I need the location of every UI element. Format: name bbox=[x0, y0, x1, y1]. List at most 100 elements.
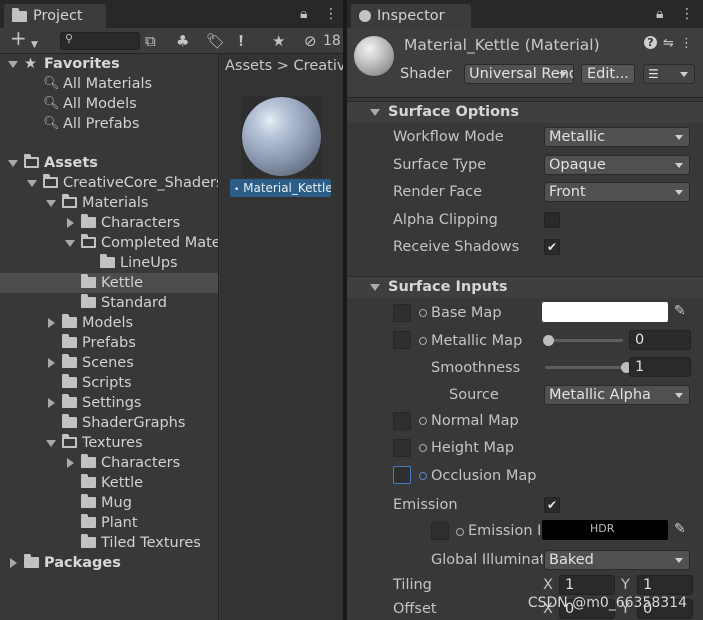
base-map-texture-slot[interactable] bbox=[393, 304, 411, 322]
smoothness-slider[interactable] bbox=[545, 366, 623, 369]
tree-item[interactable]: Scripts bbox=[0, 373, 218, 393]
tree-item[interactable]: Settings bbox=[0, 393, 218, 413]
shader-options-dropdown[interactable]: ☰ bbox=[643, 64, 695, 84]
smoothness-value-field[interactable]: 1 bbox=[629, 357, 691, 377]
object-picker-icon[interactable] bbox=[456, 528, 464, 536]
foldout-expanded-icon[interactable] bbox=[46, 440, 56, 447]
tab-inspector[interactable]: Inspector bbox=[351, 4, 471, 28]
filter-by-label-icon[interactable]: 🏷︎ bbox=[206, 32, 225, 50]
edit-shader-button[interactable]: Edit... bbox=[581, 64, 635, 84]
emission-map-texture-slot[interactable] bbox=[431, 522, 449, 540]
tree-item[interactable]: Assets bbox=[0, 153, 218, 173]
tree-item[interactable]: Mug bbox=[0, 493, 218, 513]
kebab-menu-icon[interactable]: ⋮ bbox=[680, 36, 693, 51]
foldout-collapsed-icon[interactable] bbox=[10, 558, 17, 568]
workflow-mode-dropdown[interactable]: Metallic bbox=[544, 127, 690, 147]
breadcrumb[interactable]: Assets > CreativeCore_Shaders > Material… bbox=[220, 54, 343, 78]
folder-icon bbox=[100, 253, 120, 273]
tree-item[interactable]: CreativeCore_Shaders bbox=[0, 173, 218, 193]
tree-item[interactable]: 🔍︎ All Prefabs bbox=[0, 114, 218, 134]
shader-dropdown[interactable]: Universal Render Pipeline/Lit bbox=[464, 64, 574, 84]
normal-map-texture-slot[interactable] bbox=[393, 412, 411, 430]
eyedropper-icon[interactable]: ✎ bbox=[674, 303, 686, 319]
render-face-dropdown[interactable]: Front bbox=[544, 182, 690, 202]
tree-item[interactable]: Kettle bbox=[0, 473, 218, 493]
asset-thumbnail[interactable] bbox=[241, 96, 322, 177]
foldout-collapsed-icon[interactable] bbox=[48, 398, 55, 408]
asset-label[interactable]: • Material_Kettle bbox=[230, 179, 331, 197]
object-picker-icon[interactable] bbox=[419, 472, 427, 480]
tree-item[interactable]: Completed Materials bbox=[0, 233, 218, 253]
inspector-tabbar: Inspector 🔒︎ ⋮ bbox=[347, 0, 703, 28]
kebab-menu-icon[interactable]: ⋮ bbox=[680, 6, 694, 22]
tree-item[interactable]: ShaderGraphs bbox=[0, 413, 218, 433]
tiling-x-field[interactable]: 1 bbox=[559, 575, 615, 595]
base-color-field[interactable] bbox=[542, 302, 668, 322]
tree-item[interactable]: Standard bbox=[0, 293, 218, 313]
eyedropper-icon[interactable]: ✎ bbox=[674, 521, 686, 537]
tiling-y-field[interactable]: 1 bbox=[637, 575, 693, 595]
object-picker-icon[interactable] bbox=[419, 444, 427, 452]
star-icon[interactable]: ★ bbox=[272, 32, 285, 50]
object-picker-icon[interactable] bbox=[419, 337, 427, 345]
alpha-clipping-checkbox[interactable] bbox=[544, 212, 560, 228]
emission-color-field[interactable]: HDR bbox=[542, 520, 668, 540]
receive-shadows-checkbox[interactable]: ✔ bbox=[544, 239, 560, 255]
occlusion-map-texture-slot[interactable] bbox=[393, 466, 411, 484]
metallic-slider-handle[interactable] bbox=[543, 335, 554, 346]
tree-item[interactable]: Textures bbox=[0, 433, 218, 453]
foldout-collapsed-icon[interactable] bbox=[48, 358, 55, 368]
lock-icon[interactable]: 🔒︎ bbox=[300, 6, 307, 22]
tree-item[interactable]: 🔍︎ All Models bbox=[0, 94, 218, 114]
search-input[interactable]: ⚲ bbox=[60, 32, 140, 50]
tree-item[interactable]: Scenes bbox=[0, 353, 218, 373]
inspector-header: Material_Kettle (Material) ? ⇋ ⋮ Shader … bbox=[347, 28, 703, 98]
foldout-expanded-icon[interactable] bbox=[46, 200, 56, 207]
kebab-menu-icon[interactable]: ⋮ bbox=[324, 6, 338, 22]
tree-item[interactable]: Prefabs bbox=[0, 333, 218, 353]
tree-item[interactable]: 🔍︎ All Materials bbox=[0, 74, 218, 94]
tree-item[interactable]: Kettle bbox=[0, 273, 218, 293]
foldout-collapsed-icon[interactable] bbox=[67, 218, 74, 228]
presets-icon[interactable]: ⇋ bbox=[663, 36, 674, 51]
global-illumination-dropdown[interactable]: Baked bbox=[544, 550, 690, 570]
tree-item[interactable]: Materials bbox=[0, 193, 218, 213]
foldout-expanded-icon[interactable] bbox=[27, 180, 37, 187]
lock-icon[interactable]: 🔒︎ bbox=[656, 6, 663, 22]
tab-inspector-label: Inspector bbox=[377, 8, 445, 24]
metallic-value-field[interactable]: 0 bbox=[629, 330, 691, 350]
search-by-type-icon[interactable]: ⧉ bbox=[145, 32, 156, 50]
metallic-map-texture-slot[interactable] bbox=[393, 331, 411, 349]
foldout-expanded-icon[interactable] bbox=[8, 61, 18, 68]
foldout-expanded-icon[interactable] bbox=[65, 240, 75, 247]
foldout-expanded-icon[interactable] bbox=[8, 160, 18, 167]
tree-item[interactable]: Plant bbox=[0, 513, 218, 533]
tree-item[interactable]: Characters bbox=[0, 213, 218, 233]
object-picker-icon[interactable] bbox=[419, 417, 427, 425]
object-picker-icon[interactable] bbox=[419, 309, 427, 317]
surface-options-header[interactable]: Surface Options bbox=[347, 101, 703, 123]
hidden-packages-icon[interactable]: ⊘ bbox=[304, 32, 317, 50]
tree-item[interactable]: ★ Favorites bbox=[0, 54, 218, 74]
filter-by-type-icon[interactable]: ♣ bbox=[176, 32, 189, 50]
source-dropdown[interactable]: Metallic Alpha bbox=[544, 385, 690, 405]
tree-item-label: Scenes bbox=[82, 355, 134, 371]
surface-type-dropdown[interactable]: Opaque bbox=[544, 155, 690, 175]
metallic-slider[interactable] bbox=[545, 339, 623, 342]
tree-item[interactable]: Models bbox=[0, 313, 218, 333]
tree-item[interactable]: Packages bbox=[0, 553, 218, 573]
tree-item[interactable]: Characters bbox=[0, 453, 218, 473]
tree-item[interactable]: LineUps bbox=[0, 253, 218, 273]
height-map-texture-slot[interactable] bbox=[393, 439, 411, 457]
surface-inputs-header[interactable]: Surface Inputs bbox=[347, 276, 703, 298]
foldout-collapsed-icon[interactable] bbox=[67, 458, 74, 468]
help-icon[interactable]: ? bbox=[644, 36, 657, 49]
emission-checkbox[interactable]: ✔ bbox=[544, 497, 560, 513]
warning-filter-icon[interactable]: ❗︎ bbox=[239, 32, 243, 50]
foldout-collapsed-icon[interactable] bbox=[48, 318, 55, 328]
folder-icon bbox=[81, 273, 101, 293]
add-icon[interactable]: + bbox=[10, 28, 27, 48]
tree-item[interactable]: Tiled Textures bbox=[0, 533, 218, 553]
chevron-down-icon[interactable]: ▼ bbox=[31, 36, 38, 54]
tab-project[interactable]: Project bbox=[4, 4, 106, 28]
